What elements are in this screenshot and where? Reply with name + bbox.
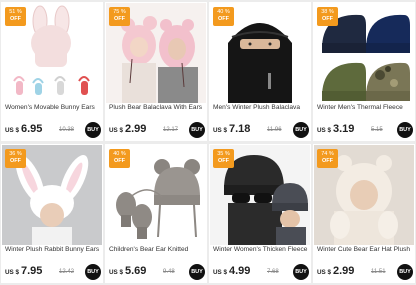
sale-price: 5.69 <box>125 265 147 277</box>
original-price: 12.17 <box>163 127 179 133</box>
buy-button[interactable]: BUY <box>189 122 205 138</box>
original-price: 12.42 <box>59 269 75 275</box>
original-price: 11.96 <box>267 127 282 133</box>
discount-badge: 40 % OFF <box>109 149 130 168</box>
sale-price: 7.18 <box>229 123 251 135</box>
discount-percent: 75 % <box>113 9 126 15</box>
discount-badge: 74 % OFF <box>317 149 338 168</box>
original-price: 5.15 <box>371 127 383 133</box>
discount-off-label: OFF <box>10 16 21 22</box>
price-row: US $ 4.99 7.68 BUY <box>213 264 309 280</box>
product-title[interactable]: Winter Men's Thermal Fleece <box>317 104 413 111</box>
sale-price: 7.95 <box>21 265 43 277</box>
product-card[interactable]: 74 % OFF Winter Cute Bear Ear Hat Plush … <box>313 144 415 283</box>
product-card[interactable]: 75 % OFF Plush Bear Balaclava With Ears … <box>105 2 207 141</box>
product-title[interactable]: Plush Bear Balaclava With Ears <box>109 104 205 111</box>
discount-off-label: OFF <box>114 158 125 164</box>
product-card[interactable]: 35 % OFF Winter Women's Thicken Fleece U… <box>209 144 311 283</box>
price-row: US $ 2.99 11.51 BUY <box>317 264 413 280</box>
discount-off-label: OFF <box>322 158 333 164</box>
buy-button[interactable]: BUY <box>85 122 101 138</box>
original-price: 9.48 <box>163 269 175 275</box>
sale-price: 2.99 <box>125 123 147 135</box>
buy-button[interactable]: BUY <box>189 264 205 280</box>
price-row: US $ 5.69 9.48 BUY <box>109 264 205 280</box>
discount-off-label: OFF <box>218 158 229 164</box>
discount-percent: 51 % <box>9 9 22 15</box>
sale-price: 6.95 <box>21 123 43 135</box>
discount-percent: 38 % <box>321 9 334 15</box>
discount-badge: 40 % OFF <box>213 7 234 26</box>
discount-badge: 38 % OFF <box>317 7 338 26</box>
discount-percent: 40 % <box>113 151 126 157</box>
currency-label: US $ <box>213 127 227 134</box>
product-card[interactable]: 40 % OFF Men's Winter Plush Balaclava US… <box>209 2 311 141</box>
original-price: 7.68 <box>267 269 279 275</box>
sale-price: 2.99 <box>333 265 355 277</box>
price-row: US $ 7.18 11.96 BUY <box>213 122 309 138</box>
product-title[interactable]: Winter Cute Bear Ear Hat Plush <box>317 246 413 253</box>
product-title[interactable]: Winter Plush Rabbit Bunny Ears <box>5 246 101 253</box>
discount-percent: 35 % <box>217 151 230 157</box>
discount-badge: 36 % OFF <box>5 149 26 168</box>
price-row: US $ 6.95 10.38 BUY <box>5 122 101 138</box>
discount-badge: 75 % OFF <box>109 7 130 26</box>
price-row: US $ 3.19 5.15 BUY <box>317 122 413 138</box>
product-grid: 51 % OFF Women's Movable Bunny Ears US $… <box>0 0 416 285</box>
original-price: 11.51 <box>371 269 386 275</box>
currency-label: US $ <box>109 269 123 276</box>
currency-label: US $ <box>213 269 227 276</box>
product-card[interactable]: 40 % OFF Children's Bear Ear Knitted US … <box>105 144 207 283</box>
price-row: US $ 2.99 12.17 BUY <box>109 122 205 138</box>
original-price: 10.38 <box>59 127 75 133</box>
product-card[interactable]: 36 % OFF Winter Plush Rabbit Bunny Ears … <box>1 144 103 283</box>
discount-percent: 40 % <box>217 9 230 15</box>
product-title[interactable]: Men's Winter Plush Balaclava <box>213 104 309 111</box>
sale-price: 3.19 <box>333 123 355 135</box>
product-card[interactable]: 38 % OFF Winter Men's Thermal Fleece US … <box>313 2 415 141</box>
currency-label: US $ <box>109 127 123 134</box>
discount-percent: 36 % <box>9 151 22 157</box>
buy-button[interactable]: BUY <box>397 122 413 138</box>
buy-button[interactable]: BUY <box>85 264 101 280</box>
discount-badge: 51 % OFF <box>5 7 26 26</box>
buy-button[interactable]: BUY <box>293 264 309 280</box>
currency-label: US $ <box>5 127 19 134</box>
product-title[interactable]: Women's Movable Bunny Ears <box>5 104 101 111</box>
product-title[interactable]: Children's Bear Ear Knitted <box>109 246 205 253</box>
buy-button[interactable]: BUY <box>293 122 309 138</box>
discount-off-label: OFF <box>218 16 229 22</box>
currency-label: US $ <box>5 269 19 276</box>
buy-button[interactable]: BUY <box>397 264 413 280</box>
discount-badge: 35 % OFF <box>213 149 234 168</box>
discount-off-label: OFF <box>322 16 333 22</box>
currency-label: US $ <box>317 127 331 134</box>
discount-percent: 74 % <box>321 151 334 157</box>
sale-price: 4.99 <box>229 265 251 277</box>
discount-off-label: OFF <box>114 16 125 22</box>
currency-label: US $ <box>317 269 331 276</box>
product-card[interactable]: 51 % OFF Women's Movable Bunny Ears US $… <box>1 2 103 141</box>
price-row: US $ 7.95 12.42 BUY <box>5 264 101 280</box>
product-title[interactable]: Winter Women's Thicken Fleece <box>213 246 309 253</box>
discount-off-label: OFF <box>10 158 21 164</box>
